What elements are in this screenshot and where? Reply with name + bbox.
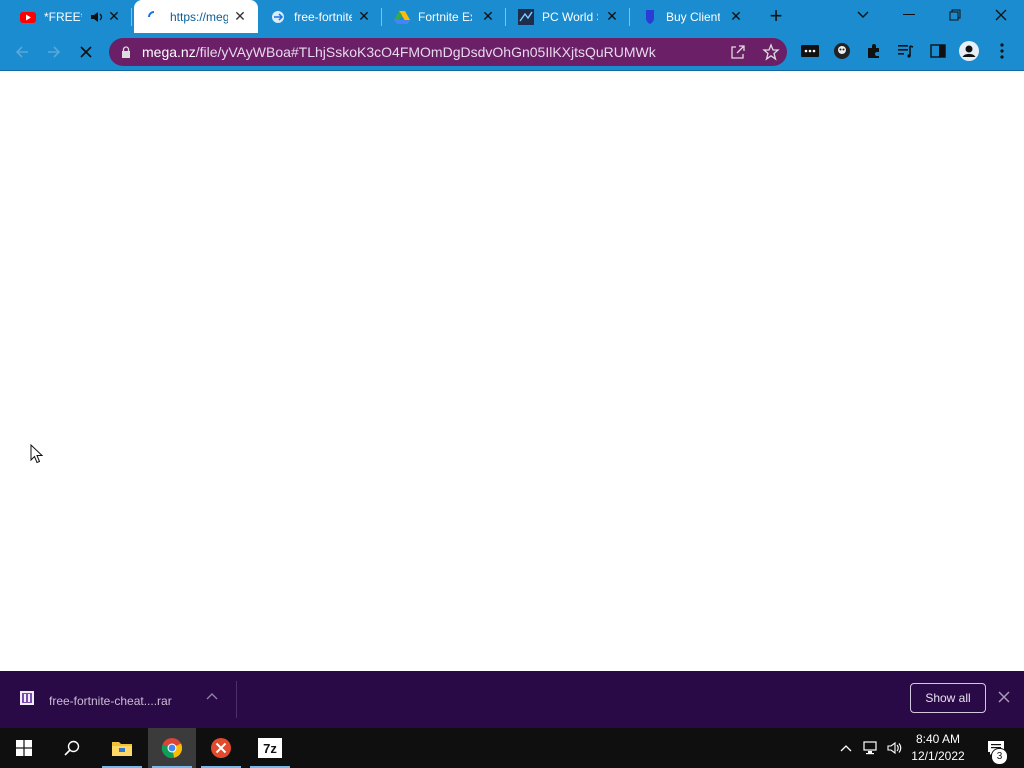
7zip-button[interactable]: 7z	[246, 728, 294, 768]
speaker-icon	[887, 741, 902, 755]
tab-close-icon[interactable]: ✕	[232, 8, 248, 24]
forward-button[interactable]	[43, 41, 65, 63]
side-panel-icon[interactable]	[928, 41, 948, 61]
notification-badge: 3	[991, 748, 1008, 765]
star-icon[interactable]	[762, 43, 780, 61]
extension-mascot-icon[interactable]	[832, 41, 852, 61]
tab-fortnite-ex[interactable]: Fortnite Ex ✕	[382, 0, 506, 33]
show-hidden-icons-button[interactable]	[836, 728, 856, 768]
tab-free-fortnite[interactable]: free-fortnite ✕	[258, 0, 382, 33]
tab-search-button[interactable]	[840, 0, 886, 30]
volume-tray-button[interactable]	[884, 728, 906, 768]
shield-icon	[646, 10, 654, 24]
download-bar: free-fortnite-cheat....rar Show all	[0, 671, 1024, 728]
tab-mega[interactable]: https://mega ✕	[134, 0, 258, 33]
stop-loading-icon	[80, 46, 92, 58]
archive-file-icon	[20, 691, 34, 705]
media-queue-icon[interactable]	[896, 41, 916, 61]
tab-close-icon[interactable]: ✕	[604, 8, 620, 24]
chevron-up-icon[interactable]	[206, 692, 218, 700]
tab-title: PC World S	[542, 10, 598, 24]
network-tray-button[interactable]	[860, 728, 882, 768]
network-icon	[863, 741, 877, 755]
close-icon[interactable]	[998, 691, 1010, 703]
lock-icon[interactable]	[121, 46, 131, 58]
tab-title: https://mega	[170, 10, 228, 24]
show-all-button[interactable]: Show all	[910, 683, 986, 713]
tab-title: Fortnite Ex	[418, 10, 472, 24]
tab-divider	[131, 8, 132, 26]
action-center-button[interactable]: 3	[978, 728, 1014, 768]
tab-close-icon[interactable]: ✕	[356, 8, 372, 24]
link-icon	[272, 11, 284, 23]
taskbar: 7z 8:40 AM 12/1/2022 3	[0, 728, 1024, 768]
file-explorer-button[interactable]	[98, 728, 146, 768]
download-item[interactable]: free-fortnite-cheat....rar	[12, 685, 234, 715]
kebab-menu-icon[interactable]	[992, 41, 1012, 61]
pcworld-icon	[518, 9, 534, 25]
red-x-app-button[interactable]	[197, 728, 245, 768]
restore-icon	[949, 9, 961, 21]
tab-buy-client[interactable]: Buy Client ✕	[630, 0, 754, 33]
chrome-taskbar-button[interactable]	[148, 728, 196, 768]
chevron-down-icon	[857, 11, 869, 18]
start-button[interactable]	[0, 728, 48, 768]
download-file-name: free-fortnite-cheat....rar	[49, 694, 172, 708]
chevron-up-icon	[840, 745, 852, 752]
tab-strip: *FREE* ✕ https://mega ✕ free-fortnite ✕ …	[0, 0, 1024, 33]
extension-dots-icon[interactable]	[800, 41, 820, 61]
tab-title: free-fortnite	[294, 10, 352, 24]
url-path: /file/yVAyWBoa#TLhjSskoK3cO4FMOmDgDsdvOh…	[195, 44, 656, 60]
arrow-left-icon	[15, 46, 28, 58]
minimize-button[interactable]	[886, 0, 932, 30]
folder-icon	[112, 742, 132, 756]
7zip-icon: 7z	[258, 738, 282, 758]
minimize-icon	[903, 14, 915, 15]
taskbar-clock[interactable]: 8:40 AM 12/1/2022	[904, 731, 972, 765]
share-icon[interactable]	[730, 44, 746, 60]
address-url: mega.nz/file/yVAyWBoa#TLhjSskoK3cO4FMOmD…	[142, 44, 656, 60]
browser-toolbar: mega.nz/file/yVAyWBoa#TLhjSskoK3cO4FMOmD…	[0, 33, 1024, 71]
tab-youtube[interactable]: *FREE* ✕	[8, 0, 132, 33]
clock-date: 12/1/2022	[911, 749, 965, 763]
svg-text:7z: 7z	[263, 741, 277, 756]
tab-close-icon[interactable]: ✕	[480, 8, 496, 24]
red-x-icon	[211, 738, 231, 758]
tab-pc-world[interactable]: PC World S ✕	[506, 0, 630, 33]
arrow-right-icon	[48, 46, 61, 58]
new-tab-icon[interactable]: +	[764, 5, 788, 29]
loading-spinner-icon	[148, 11, 155, 18]
chrome-icon	[161, 738, 183, 759]
windows-logo-icon	[16, 740, 32, 756]
stop-button[interactable]	[75, 41, 97, 63]
search-button[interactable]	[48, 728, 96, 768]
tab-close-icon[interactable]: ✕	[106, 8, 122, 24]
speaker-icon[interactable]	[90, 10, 104, 24]
clock-time: 8:40 AM	[915, 732, 961, 746]
close-window-button[interactable]	[978, 0, 1024, 30]
google-drive-icon	[394, 11, 410, 24]
puzzle-icon[interactable]	[864, 41, 884, 61]
url-domain: mega.nz	[142, 44, 196, 60]
mouse-pointer-icon	[30, 444, 44, 464]
close-icon	[995, 9, 1007, 21]
search-icon	[64, 740, 80, 756]
page-content	[0, 71, 1024, 671]
tab-title: Buy Client	[666, 10, 720, 24]
address-bar[interactable]: mega.nz/file/yVAyWBoa#TLhjSskoK3cO4FMOmD…	[109, 38, 787, 66]
back-button[interactable]	[11, 41, 33, 63]
restore-button[interactable]	[932, 0, 978, 30]
tab-close-icon[interactable]: ✕	[728, 8, 744, 24]
youtube-icon	[20, 12, 36, 23]
profile-avatar-icon[interactable]	[959, 41, 979, 61]
download-divider	[236, 681, 237, 718]
tab-title: *FREE*	[44, 10, 82, 24]
